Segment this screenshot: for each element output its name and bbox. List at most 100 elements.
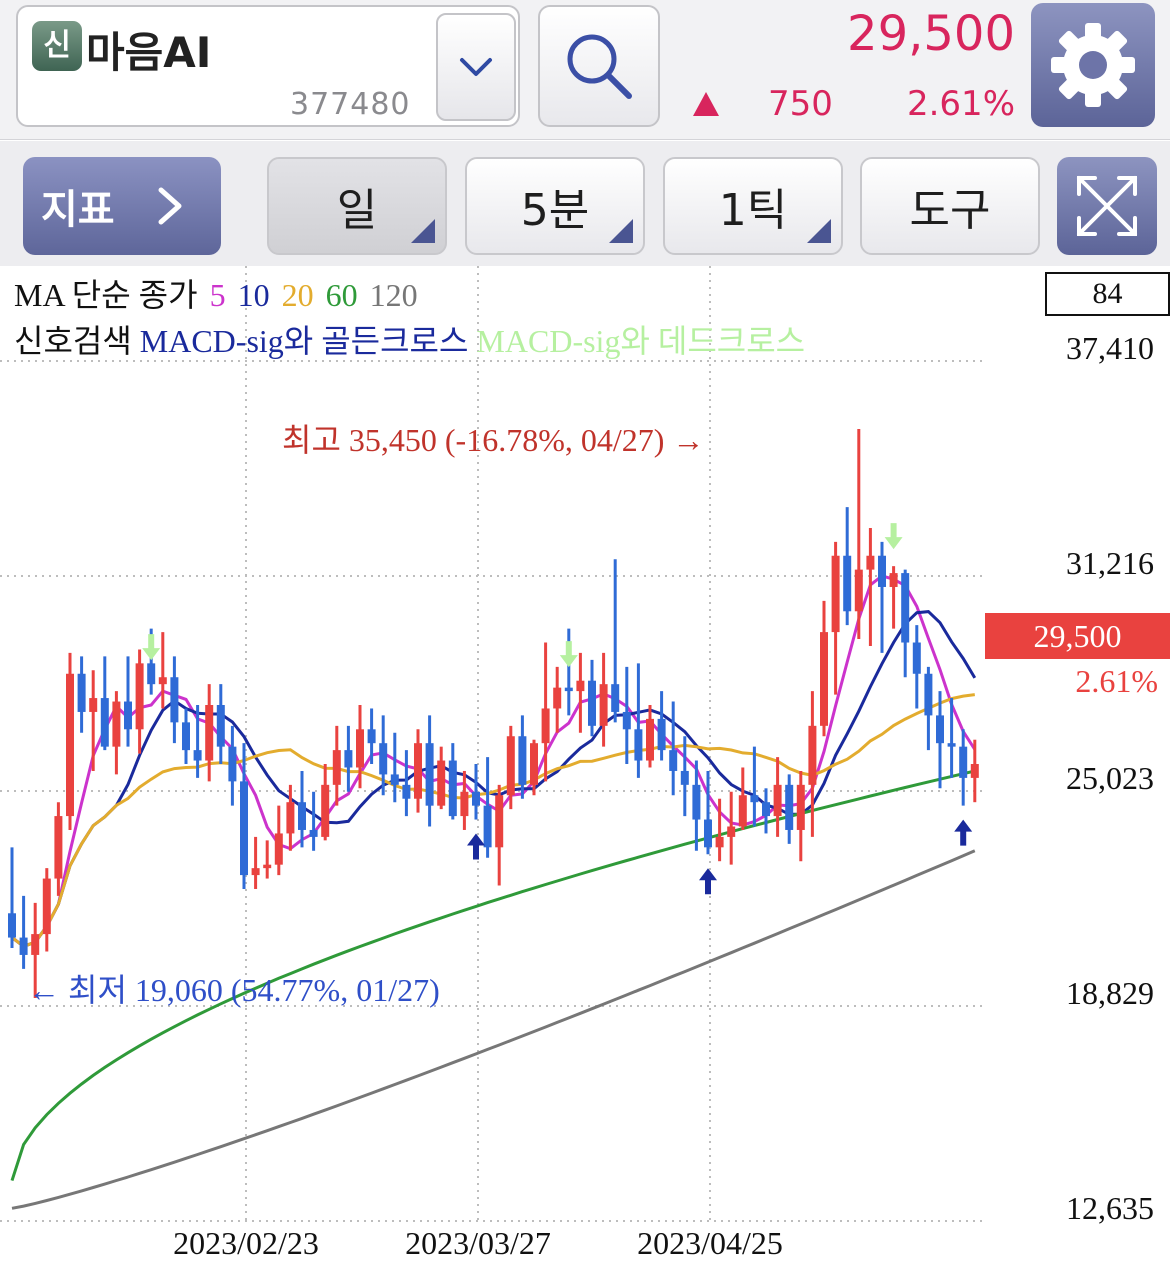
tools-label: 도구 bbox=[909, 185, 991, 236]
corner-triangle-icon bbox=[609, 219, 633, 243]
min-price-annotation: ← 최저 19,060 (54.77%, 01/27) bbox=[28, 972, 440, 1008]
stock-selector[interactable]: 신 마음AI 377480 bbox=[16, 5, 520, 127]
tab-day[interactable]: 일 bbox=[267, 157, 447, 255]
candle-body bbox=[19, 937, 28, 955]
signal-legend-dead: MACD-sig와 데드크로스 bbox=[476, 323, 806, 359]
candle-body bbox=[553, 687, 562, 709]
ma-legend-10: 10 bbox=[237, 277, 270, 313]
candle-body bbox=[669, 750, 678, 771]
expand-button[interactable] bbox=[1057, 157, 1157, 255]
candle-body bbox=[31, 934, 40, 955]
candle-body bbox=[193, 750, 202, 761]
candle-body bbox=[808, 725, 817, 785]
candle-body bbox=[251, 868, 260, 876]
price-chart[interactable]: 37,410 31,216 25,023 18,829 12,635 2023/02/23… bbox=[0, 266, 1170, 1269]
candle-body bbox=[42, 878, 51, 935]
candle-body bbox=[437, 760, 446, 806]
y-tick-label: 37,410 bbox=[1066, 330, 1154, 366]
current-price: 29,500 bbox=[847, 6, 1015, 62]
tab-day-label: 일 bbox=[336, 185, 378, 236]
candle-count-box[interactable]: 84 bbox=[1045, 272, 1170, 316]
indicator-label: 지표 bbox=[41, 187, 115, 233]
ma-120-line bbox=[11, 849, 976, 1210]
candle-body bbox=[588, 680, 596, 726]
candle-body bbox=[263, 864, 272, 869]
price-change-percent: 2.61% bbox=[906, 84, 1015, 124]
candle-body bbox=[100, 698, 109, 747]
candle-body bbox=[286, 802, 295, 834]
dead-cross-arrow-icon bbox=[559, 641, 578, 668]
candle-body bbox=[936, 715, 944, 744]
candle-body bbox=[112, 701, 121, 747]
candle-body bbox=[657, 718, 666, 751]
tab-5min[interactable]: 5분 bbox=[465, 157, 645, 255]
market-badge: 신 bbox=[32, 21, 82, 71]
candle-body bbox=[970, 764, 979, 778]
candle-body bbox=[506, 736, 515, 796]
chevron-down-icon bbox=[460, 58, 492, 76]
candle-body bbox=[576, 680, 585, 692]
candle-body bbox=[634, 729, 643, 761]
candle-body bbox=[518, 736, 527, 785]
y-tick-label: 25,023 bbox=[1066, 760, 1154, 796]
y-tick-label: 31,216 bbox=[1066, 545, 1154, 581]
candle-body bbox=[356, 729, 364, 768]
indicator-button[interactable]: 지표 bbox=[23, 157, 221, 255]
candle-body bbox=[89, 698, 98, 712]
max-price-annotation: 최고 35,450 (-16.78%, 04/27) → bbox=[282, 422, 704, 458]
candle-body bbox=[762, 802, 770, 817]
candle-body bbox=[344, 750, 353, 768]
golden-cross-arrow-icon bbox=[467, 833, 485, 860]
search-button[interactable] bbox=[538, 5, 660, 127]
candle-body bbox=[414, 743, 422, 799]
expand-icon bbox=[1077, 176, 1137, 236]
candle-body bbox=[495, 795, 504, 848]
candle-body bbox=[425, 743, 434, 806]
candle-body bbox=[680, 770, 689, 785]
candle-body bbox=[924, 673, 933, 716]
candle-body bbox=[124, 701, 132, 730]
tab-5min-label: 5분 bbox=[520, 185, 590, 236]
golden-cross-arrow-icon bbox=[954, 819, 973, 846]
candle-body bbox=[216, 705, 225, 747]
up-triangle-icon bbox=[693, 92, 719, 116]
candle-body bbox=[599, 684, 608, 726]
corner-triangle-icon bbox=[411, 219, 435, 243]
stock-dropdown-button[interactable] bbox=[436, 13, 516, 121]
candle-body bbox=[750, 795, 759, 803]
stock-code: 377480 bbox=[290, 87, 411, 122]
candle-body bbox=[66, 673, 74, 817]
ma-legend-5: 5 bbox=[209, 277, 226, 313]
candle-body bbox=[564, 687, 573, 692]
price-change: 750 bbox=[768, 84, 833, 124]
candle-body bbox=[541, 708, 550, 744]
candle-body bbox=[77, 673, 86, 712]
candle-body bbox=[646, 718, 654, 761]
candle-body bbox=[390, 774, 399, 785]
y-tick-label: 18,829 bbox=[1066, 975, 1154, 1011]
candle-body bbox=[54, 816, 63, 879]
settings-button[interactable] bbox=[1031, 3, 1155, 127]
candle-body bbox=[796, 784, 805, 830]
candle-body bbox=[611, 684, 620, 712]
search-icon bbox=[567, 34, 632, 99]
candle-body bbox=[240, 781, 248, 876]
candle-body bbox=[379, 743, 388, 775]
x-tick-label: 2023/02/23 bbox=[173, 1225, 319, 1261]
candle-body bbox=[483, 805, 492, 848]
candle-body bbox=[912, 642, 921, 674]
candle-body bbox=[298, 802, 306, 830]
candle-body bbox=[321, 784, 330, 837]
ma-legend-20: 20 bbox=[281, 277, 314, 313]
ma-legend-120: 120 bbox=[369, 277, 418, 313]
candle-body bbox=[947, 743, 956, 747]
tools-button[interactable]: 도구 bbox=[860, 157, 1040, 255]
candle-body bbox=[866, 555, 875, 570]
stock-name: 마음AI bbox=[86, 28, 212, 77]
tab-1tick[interactable]: 1틱 bbox=[663, 157, 843, 255]
candle-body bbox=[831, 555, 840, 633]
candle-body bbox=[228, 746, 237, 782]
candle-body bbox=[820, 632, 828, 726]
candle-body bbox=[205, 705, 214, 761]
gear-icon bbox=[1051, 23, 1135, 107]
